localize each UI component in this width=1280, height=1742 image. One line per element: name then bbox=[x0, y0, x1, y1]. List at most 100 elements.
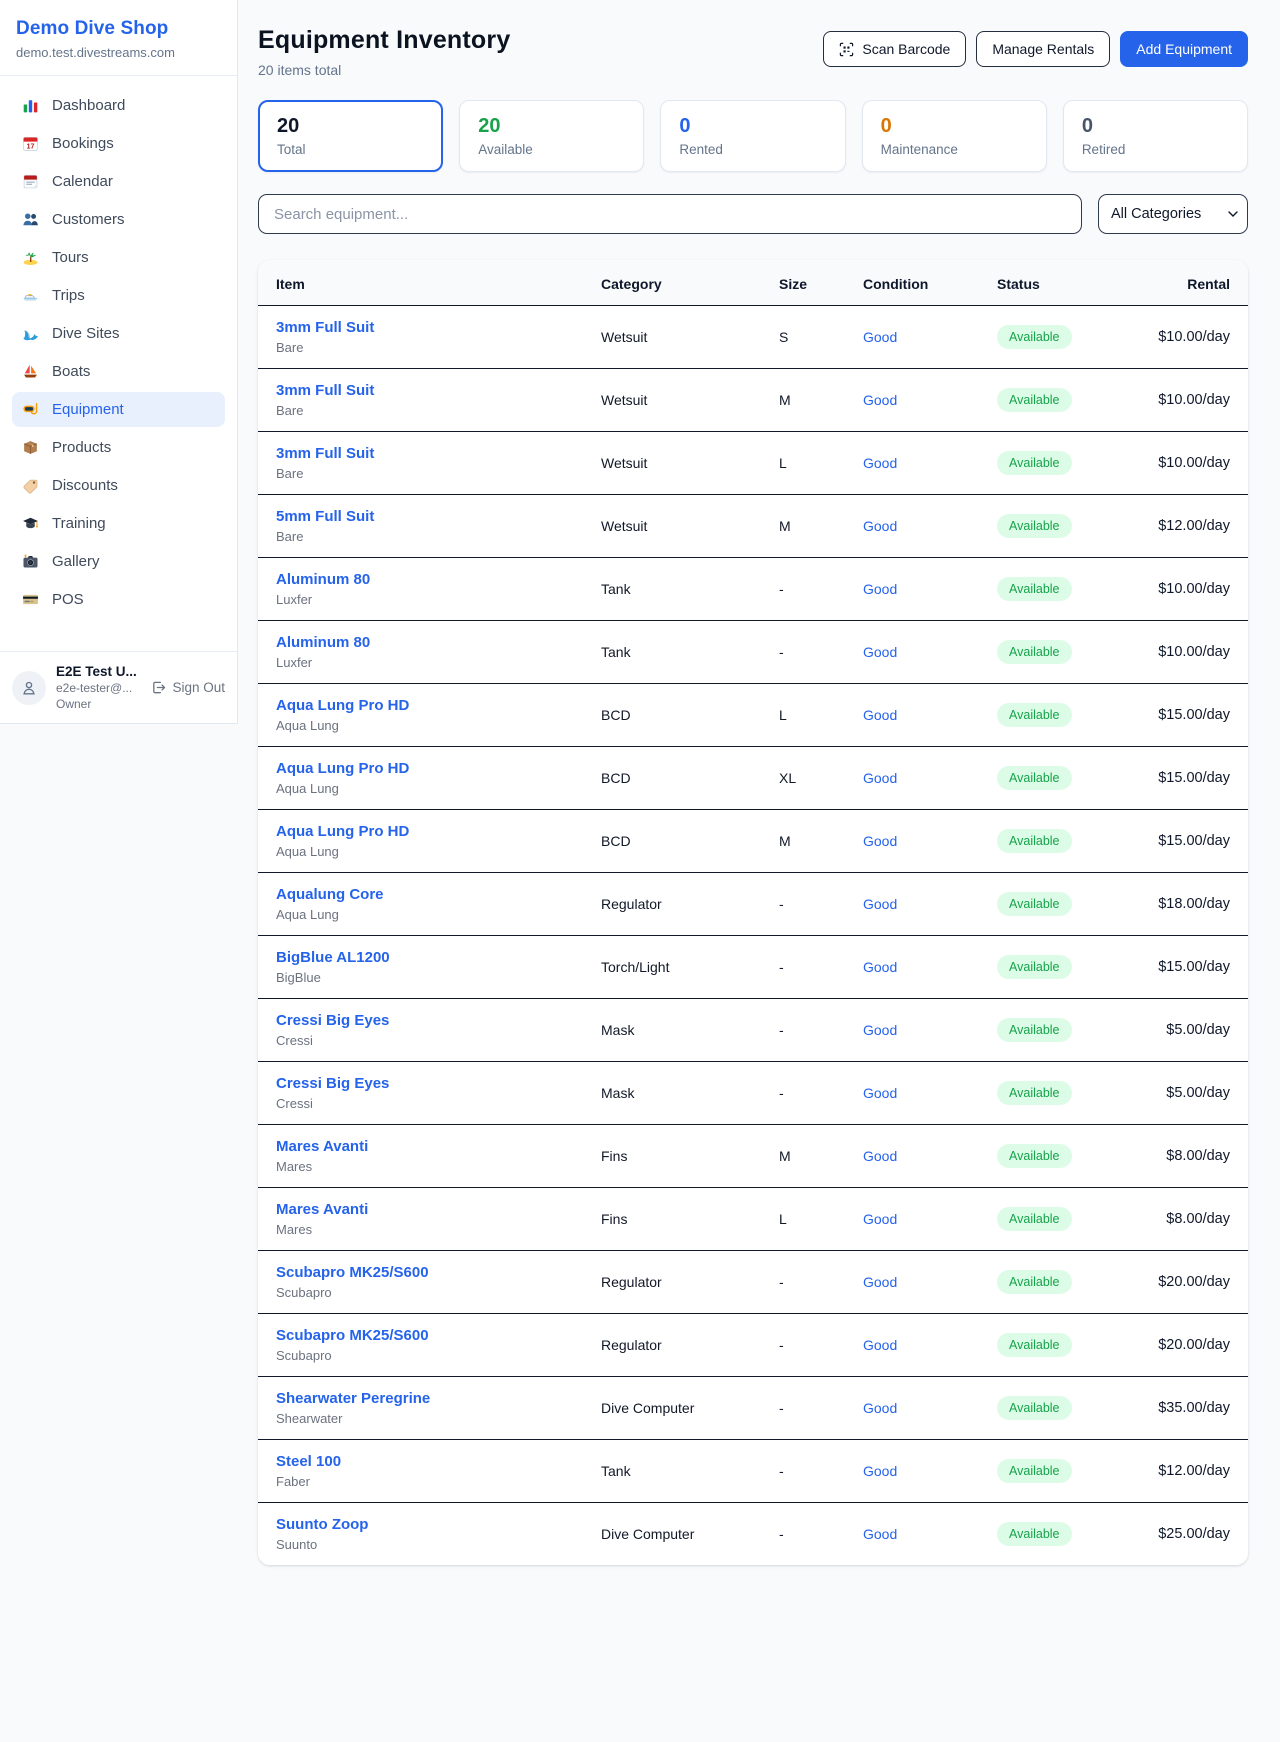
condition-link[interactable]: Good bbox=[863, 707, 897, 723]
sidebar-item-equipment[interactable]: Equipment bbox=[12, 392, 225, 427]
stat-card-maintenance[interactable]: 0Maintenance bbox=[862, 100, 1047, 172]
manage-rentals-button[interactable]: Manage Rentals bbox=[976, 31, 1110, 67]
item-name-link[interactable]: 5mm Full Suit bbox=[276, 508, 565, 525]
scan-barcode-button[interactable]: Scan Barcode bbox=[823, 31, 966, 67]
item-name-link[interactable]: Aqua Lung Pro HD bbox=[276, 823, 565, 840]
table-row[interactable]: Mares AvantiMaresFinsLGoodAvailable$8.00… bbox=[258, 1188, 1248, 1251]
condition-link[interactable]: Good bbox=[863, 833, 897, 849]
item-name-link[interactable]: BigBlue AL1200 bbox=[276, 949, 565, 966]
item-name-link[interactable]: Scubapro MK25/S600 bbox=[276, 1264, 565, 1281]
item-name-link[interactable]: 3mm Full Suit bbox=[276, 445, 565, 462]
condition-link[interactable]: Good bbox=[863, 770, 897, 786]
item-name-link[interactable]: Aqua Lung Pro HD bbox=[276, 760, 565, 777]
sidebar-item-discounts[interactable]: Discounts bbox=[12, 468, 225, 503]
sidebar-item-dive-sites[interactable]: Dive Sites bbox=[12, 316, 225, 351]
table-row[interactable]: 3mm Full SuitBareWetsuitLGoodAvailable$1… bbox=[258, 432, 1248, 495]
sidebar-item-bookings[interactable]: 17Bookings bbox=[12, 126, 225, 161]
condition-link[interactable]: Good bbox=[863, 1463, 897, 1479]
condition-link[interactable]: Good bbox=[863, 959, 897, 975]
table-row[interactable]: Aqua Lung Pro HDAqua LungBCDMGoodAvailab… bbox=[258, 810, 1248, 873]
table-row[interactable]: Cressi Big EyesCressiMask-GoodAvailable$… bbox=[258, 999, 1248, 1062]
stat-card-total[interactable]: 20Total bbox=[258, 100, 443, 172]
table-row[interactable]: Aqua Lung Pro HDAqua LungBCDLGoodAvailab… bbox=[258, 684, 1248, 747]
condition-link[interactable]: Good bbox=[863, 392, 897, 408]
item-name-link[interactable]: Mares Avanti bbox=[276, 1138, 565, 1155]
sidebar-item-calendar[interactable]: Calendar bbox=[12, 164, 225, 199]
item-name-link[interactable]: Steel 100 bbox=[276, 1453, 565, 1470]
item-name-link[interactable]: Aluminum 80 bbox=[276, 571, 565, 588]
sidebar-item-boats[interactable]: Boats bbox=[12, 354, 225, 389]
item-name-link[interactable]: Aluminum 80 bbox=[276, 634, 565, 651]
status-badge: Available bbox=[997, 829, 1072, 853]
sidebar-item-trips[interactable]: Trips bbox=[12, 278, 225, 313]
table-row[interactable]: Cressi Big EyesCressiMask-GoodAvailable$… bbox=[258, 1062, 1248, 1125]
sidebar-item-tours[interactable]: Tours bbox=[12, 240, 225, 275]
condition-link[interactable]: Good bbox=[863, 896, 897, 912]
sidebar-item-products[interactable]: Products bbox=[12, 430, 225, 465]
rental-rate: $8.00/day bbox=[1131, 1125, 1248, 1188]
table-row[interactable]: Aluminum 80LuxferTank-GoodAvailable$10.0… bbox=[258, 558, 1248, 621]
item-name-link[interactable]: Suunto Zoop bbox=[276, 1516, 565, 1533]
category-select[interactable]: All Categories bbox=[1098, 194, 1248, 234]
rental-rate: $20.00/day bbox=[1131, 1314, 1248, 1377]
item-name-link[interactable]: Scubapro MK25/S600 bbox=[276, 1327, 565, 1344]
condition-link[interactable]: Good bbox=[863, 329, 897, 345]
table-row[interactable]: BigBlue AL1200BigBlueTorch/Light-GoodAva… bbox=[258, 936, 1248, 999]
condition-link[interactable]: Good bbox=[863, 1526, 897, 1542]
condition-link[interactable]: Good bbox=[863, 581, 897, 597]
item-category: BCD bbox=[583, 810, 761, 873]
page-title: Equipment Inventory bbox=[258, 26, 510, 55]
sign-out-button[interactable]: Sign Out bbox=[151, 680, 225, 695]
item-name-link[interactable]: Aqualung Core bbox=[276, 886, 565, 903]
table-row[interactable]: Scubapro MK25/S600ScubaproRegulator-Good… bbox=[258, 1251, 1248, 1314]
item-name-link[interactable]: Aqua Lung Pro HD bbox=[276, 697, 565, 714]
condition-link[interactable]: Good bbox=[863, 1022, 897, 1038]
brand-title[interactable]: Demo Dive Shop bbox=[16, 18, 221, 40]
condition-link[interactable]: Good bbox=[863, 1148, 897, 1164]
rental-rate: $15.00/day bbox=[1131, 936, 1248, 999]
item-name-link[interactable]: Cressi Big Eyes bbox=[276, 1075, 565, 1092]
rental-rate: $5.00/day bbox=[1131, 1062, 1248, 1125]
sidebar-item-pos[interactable]: POS bbox=[12, 582, 225, 617]
sidebar-item-dashboard[interactable]: Dashboard bbox=[12, 88, 225, 123]
table-row[interactable]: Scubapro MK25/S600ScubaproRegulator-Good… bbox=[258, 1314, 1248, 1377]
table-row[interactable]: Shearwater PeregrineShearwaterDive Compu… bbox=[258, 1377, 1248, 1440]
condition-link[interactable]: Good bbox=[863, 518, 897, 534]
table-row[interactable]: 3mm Full SuitBareWetsuitMGoodAvailable$1… bbox=[258, 369, 1248, 432]
condition-link[interactable]: Good bbox=[863, 1211, 897, 1227]
table-row[interactable]: Aqualung CoreAqua LungRegulator-GoodAvai… bbox=[258, 873, 1248, 936]
user-email: e2e-tester@... bbox=[56, 681, 141, 695]
status-badge: Available bbox=[997, 1270, 1072, 1294]
table-row[interactable]: Mares AvantiMaresFinsMGoodAvailable$8.00… bbox=[258, 1125, 1248, 1188]
item-size: M bbox=[761, 495, 845, 558]
item-name-link[interactable]: Cressi Big Eyes bbox=[276, 1012, 565, 1029]
sidebar-item-label: Equipment bbox=[52, 401, 124, 418]
add-equipment-button[interactable]: Add Equipment bbox=[1120, 31, 1248, 67]
item-size: M bbox=[761, 810, 845, 873]
stat-card-rented[interactable]: 0Rented bbox=[660, 100, 845, 172]
table-row[interactable]: 3mm Full SuitBareWetsuitSGoodAvailable$1… bbox=[258, 306, 1248, 369]
table-row[interactable]: Suunto ZoopSuuntoDive Computer-GoodAvail… bbox=[258, 1503, 1248, 1566]
item-category: Dive Computer bbox=[583, 1503, 761, 1566]
table-row[interactable]: 5mm Full SuitBareWetsuitMGoodAvailable$1… bbox=[258, 495, 1248, 558]
condition-link[interactable]: Good bbox=[863, 644, 897, 660]
item-name-link[interactable]: 3mm Full Suit bbox=[276, 382, 565, 399]
item-name-link[interactable]: Mares Avanti bbox=[276, 1201, 565, 1218]
condition-link[interactable]: Good bbox=[863, 1085, 897, 1101]
sidebar-item-training[interactable]: Training bbox=[12, 506, 225, 541]
search-input[interactable] bbox=[258, 194, 1082, 234]
item-name-link[interactable]: Shearwater Peregrine bbox=[276, 1390, 565, 1407]
stat-card-retired[interactable]: 0Retired bbox=[1063, 100, 1248, 172]
item-name-link[interactable]: 3mm Full Suit bbox=[276, 319, 565, 336]
table-row[interactable]: Steel 100FaberTank-GoodAvailable$12.00/d… bbox=[258, 1440, 1248, 1503]
sidebar-item-customers[interactable]: Customers bbox=[12, 202, 225, 237]
condition-link[interactable]: Good bbox=[863, 1400, 897, 1416]
condition-link[interactable]: Good bbox=[863, 1337, 897, 1353]
stat-card-available[interactable]: 20Available bbox=[459, 100, 644, 172]
table-row[interactable]: Aqua Lung Pro HDAqua LungBCDXLGoodAvaila… bbox=[258, 747, 1248, 810]
table-row[interactable]: Aluminum 80LuxferTank-GoodAvailable$10.0… bbox=[258, 621, 1248, 684]
item-brand: Aqua Lung bbox=[276, 718, 565, 733]
condition-link[interactable]: Good bbox=[863, 455, 897, 471]
condition-link[interactable]: Good bbox=[863, 1274, 897, 1290]
sidebar-item-gallery[interactable]: Gallery bbox=[12, 544, 225, 579]
